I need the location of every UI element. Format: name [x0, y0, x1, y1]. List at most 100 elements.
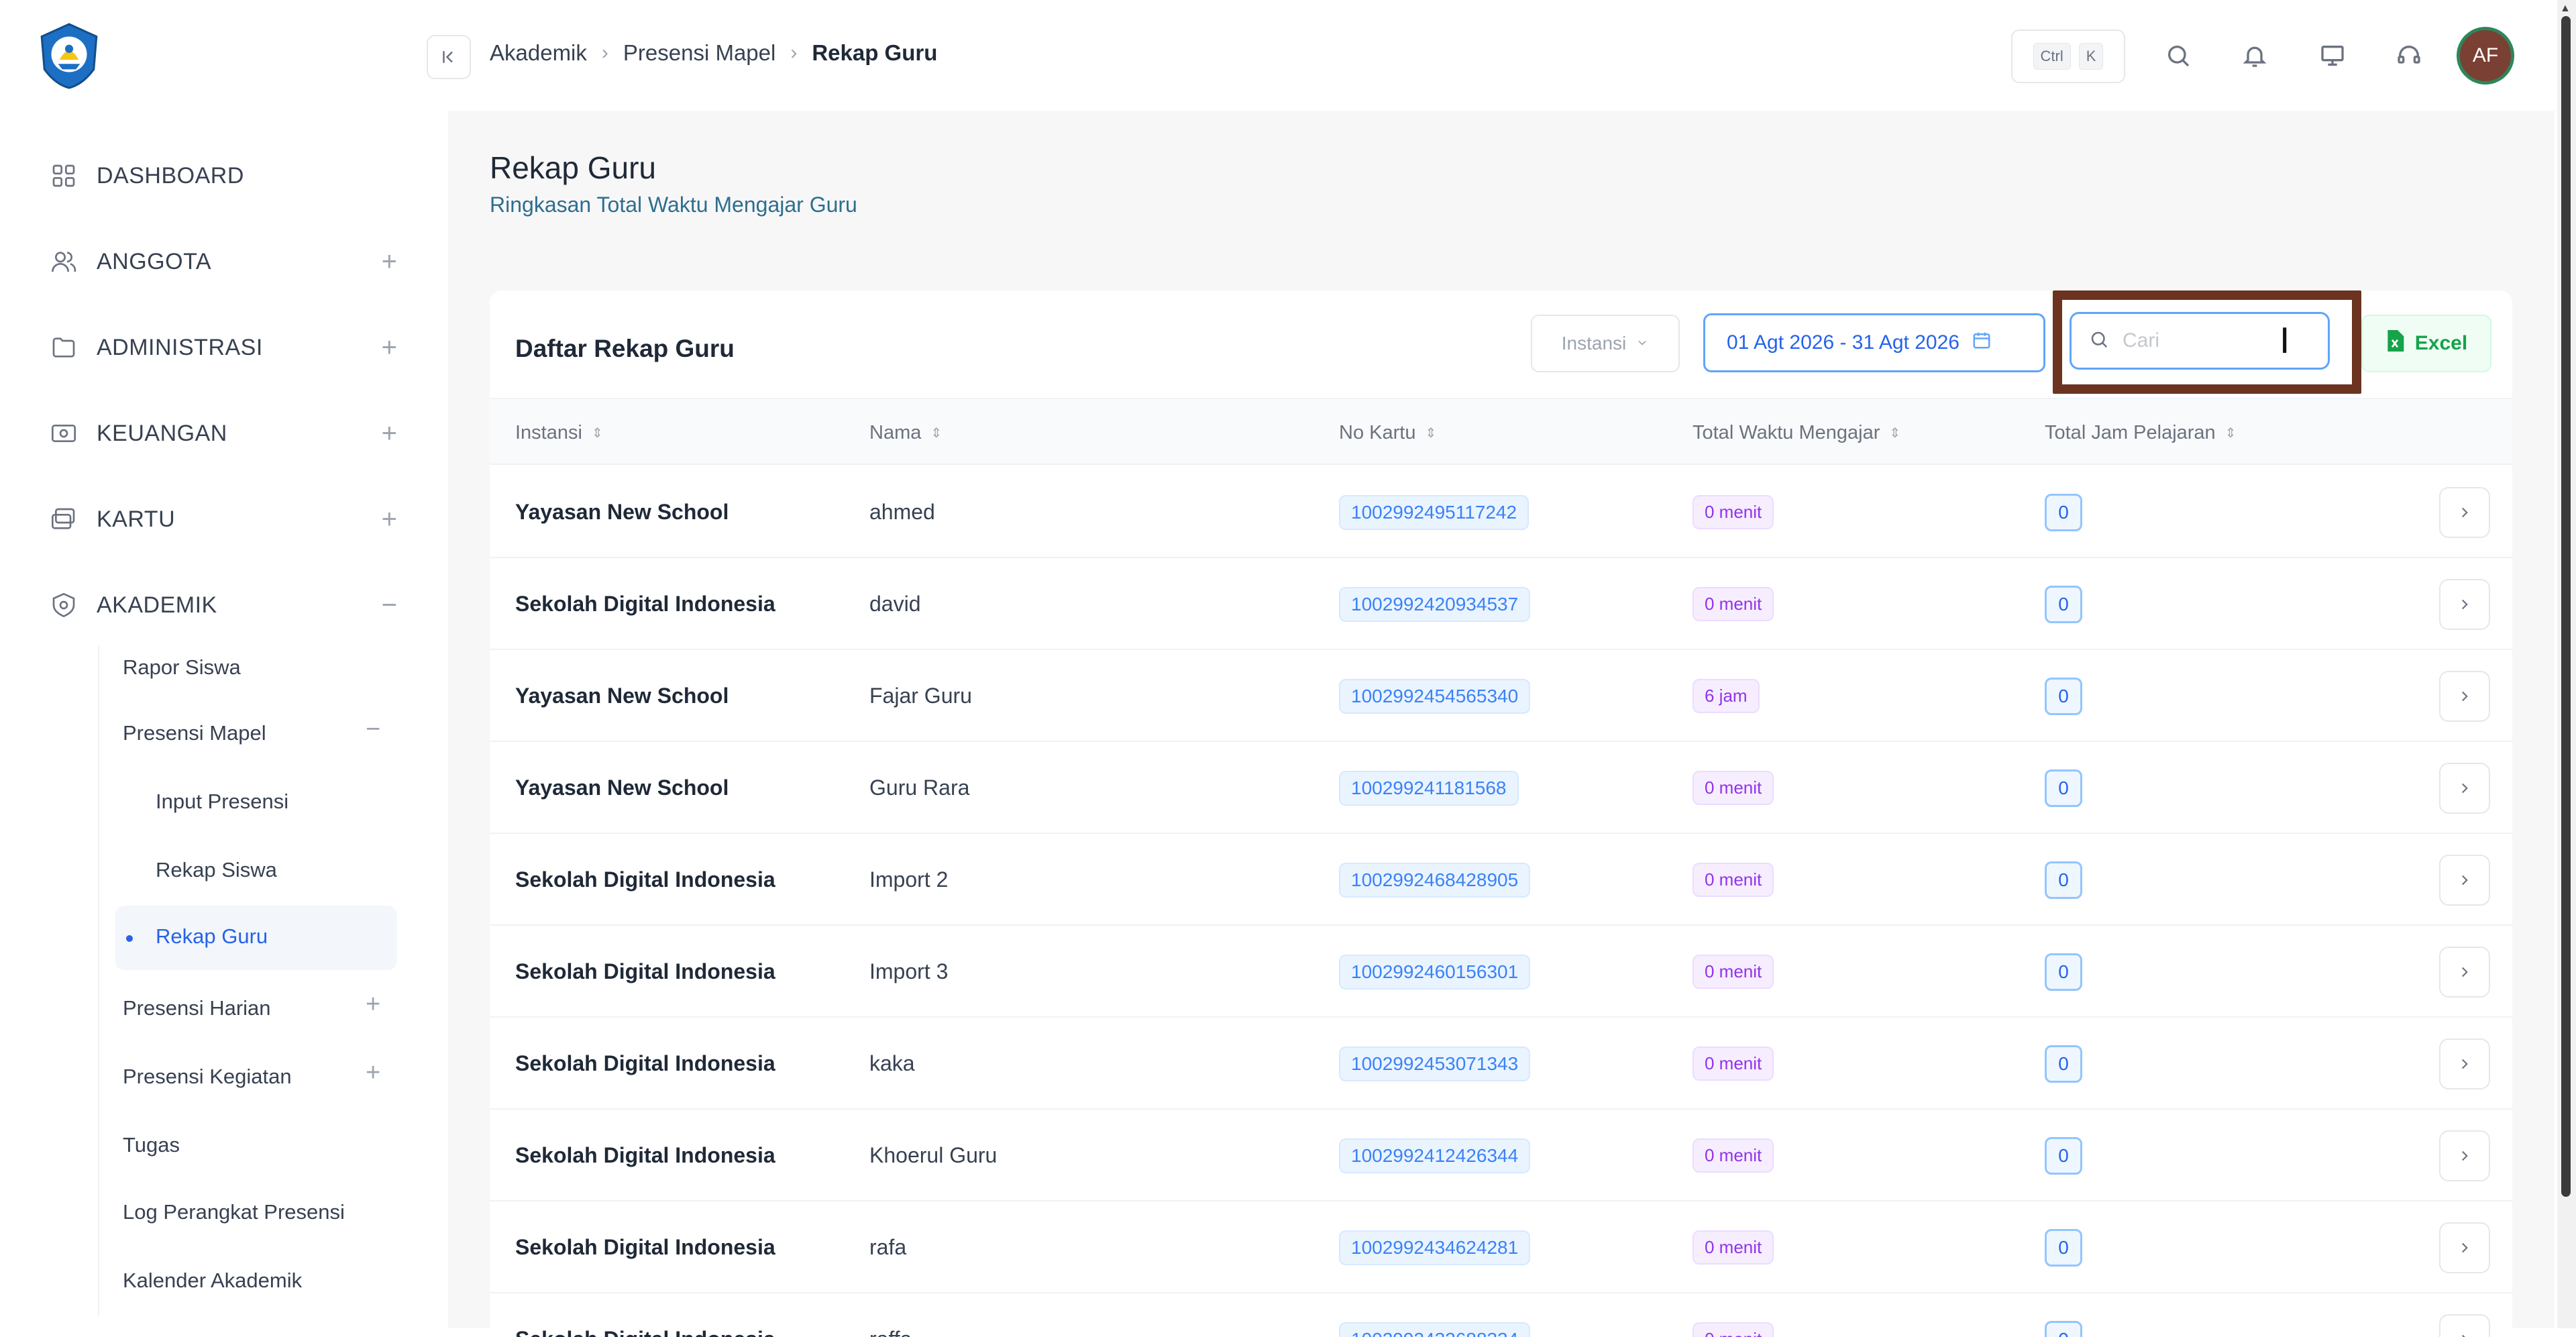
monitor-icon[interactable]	[2316, 39, 2349, 72]
sidebar-sub-item-presensi-harian[interactable]: Presensi Harian	[123, 985, 271, 1032]
row-detail-button[interactable]	[2439, 1038, 2490, 1089]
cell-nama: ahmed	[869, 466, 935, 558]
sidebar-item-rekap-guru[interactable]: Rekap Guru	[115, 906, 397, 970]
expand-toggle-icon[interactable]: +	[366, 990, 380, 1019]
collapse-icon	[439, 47, 459, 67]
sort-icon: ⇕	[1425, 425, 1436, 441]
sidebar-sub-item-presensi-mapel[interactable]: Presensi Mapel	[123, 710, 266, 757]
sidebar-sub-item-rekap-siswa[interactable]: Rekap Siswa	[156, 847, 277, 894]
command-shortcut-button[interactable]: Ctrl K	[2011, 30, 2125, 83]
sidebar-sub-item-tugas[interactable]: Tugas	[123, 1122, 180, 1169]
card-number-badge: 1002992434624281	[1339, 1230, 1530, 1265]
chevron-right-icon	[2456, 1331, 2473, 1337]
cell-total-jam: 0	[2045, 1110, 2082, 1201]
cell-total-jam: 0	[2045, 650, 2082, 742]
row-detail-button[interactable]	[2439, 947, 2490, 998]
column-header-total-jam[interactable]: Total Jam Pelajaran⇕	[2045, 422, 2236, 444]
chevron-right-icon: ›	[602, 42, 608, 64]
support-icon[interactable]	[2392, 39, 2426, 72]
cell-nama: Import 2	[869, 834, 948, 926]
row-detail-button[interactable]	[2439, 579, 2490, 630]
sidebar-sub-item-input-presensi[interactable]: Input Presensi	[156, 778, 288, 825]
scroll-thumb[interactable]	[2561, 16, 2571, 1197]
cell-total-jam: 0	[2045, 742, 2082, 834]
users-icon	[48, 246, 79, 277]
lesson-hours-badge: 0	[2045, 1321, 2082, 1337]
cell-instansi: Sekolah Digital Indonesia	[515, 1293, 775, 1337]
column-header-nama[interactable]: Nama ⇕	[869, 422, 942, 444]
card-number-badge: 1002992460156301	[1339, 955, 1530, 990]
scroll-up-icon[interactable]: ▲	[2560, 3, 2571, 15]
cell-action	[2439, 1018, 2490, 1110]
sidebar-item-keuangan[interactable]: KEUANGAN+	[48, 407, 397, 460]
sidebar-item-dashboard[interactable]: DASHBOARD	[48, 149, 397, 203]
table-row: Sekolah Digital IndonesiaKhoerul Guru100…	[490, 1110, 2512, 1201]
sidebar-item-kartu[interactable]: KARTU +	[48, 492, 397, 546]
expand-toggle-icon[interactable]: +	[382, 333, 397, 363]
expand-toggle-icon[interactable]: +	[382, 504, 397, 535]
row-detail-button[interactable]	[2439, 763, 2490, 814]
instansi-select[interactable]: Instansi	[1531, 315, 1680, 372]
sidebar-sub-item-rapor-siswa[interactable]: Rapor Siswa	[123, 644, 241, 691]
expand-toggle-icon[interactable]: +	[366, 1059, 380, 1087]
cell-instansi: Sekolah Digital Indonesia	[515, 1018, 775, 1110]
column-header-instansi[interactable]: Instansi⇕	[515, 422, 603, 444]
page-subtitle: Ringkasan Total Waktu Mengajar Guru	[490, 193, 857, 217]
row-detail-button[interactable]	[2439, 855, 2490, 906]
sidebar-sub-label: Rekap Siswa	[156, 858, 277, 882]
cell-action	[2439, 1110, 2490, 1201]
breadcrumb-akademik[interactable]: Akademik	[490, 40, 587, 66]
bell-icon[interactable]	[2238, 39, 2271, 72]
breadcrumb-presensi-mapel[interactable]: Presensi Mapel	[623, 40, 775, 66]
column-header-no-kartu[interactable]: No Kartu⇕	[1339, 422, 1436, 444]
card-number-badge: 1002992432688334	[1339, 1322, 1530, 1337]
cell-total-waktu: 0 menit	[1693, 742, 1774, 834]
sidebar-item-label: KARTU	[97, 506, 175, 533]
expand-toggle-icon[interactable]: −	[382, 590, 397, 621]
cell-total-jam: 0	[2045, 1201, 2082, 1293]
chevron-right-icon	[2456, 780, 2473, 797]
card-number-badge: 1002992468428905	[1339, 863, 1530, 898]
sidebar-item-administrasi[interactable]: ADMINISTRASI+	[48, 321, 397, 374]
sidebar-item-akademik[interactable]: AKADEMIK−	[48, 578, 397, 632]
header-label: Nama	[869, 422, 921, 444]
expand-toggle-icon[interactable]: +	[382, 247, 397, 277]
sort-icon: ⇕	[2225, 425, 2237, 441]
table-row: Yayasan New Schoolahmed10029924951172420…	[490, 466, 2512, 558]
sidebar-sub-item-presensi-kegiatan[interactable]: Presensi Kegiatan	[123, 1053, 292, 1100]
sidebar-sub-item-kalender-akademik[interactable]: Kalender Akademik	[123, 1257, 302, 1304]
cell-nama: Import 3	[869, 926, 948, 1018]
duration-badge: 0 menit	[1693, 1047, 1774, 1081]
search-icon[interactable]	[2161, 39, 2195, 72]
row-detail-button[interactable]	[2439, 1222, 2490, 1273]
row-detail-button[interactable]	[2439, 1314, 2490, 1337]
export-excel-button[interactable]: Excel	[2361, 315, 2491, 372]
sidebar-sub-label: Presensi Harian	[123, 996, 271, 1020]
cell-nama: Khoerul Guru	[869, 1110, 997, 1201]
row-detail-button[interactable]	[2439, 671, 2490, 722]
sidebar-item-anggota[interactable]: ANGGOTA+	[48, 235, 397, 288]
collapse-sidebar-button[interactable]	[427, 35, 471, 79]
search-field[interactable]	[2070, 312, 2330, 370]
cell-total-waktu: 0 menit	[1693, 926, 1774, 1018]
search-input[interactable]	[2123, 329, 2284, 352]
date-range-picker[interactable]: 01 Agt 2026 - 31 Agt 2026	[1703, 313, 2045, 372]
sidebar-item-label: DASHBOARD	[97, 163, 244, 189]
logo-icon[interactable]	[35, 21, 103, 90]
cell-instansi: Yayasan New School	[515, 742, 729, 834]
cell-instansi: Sekolah Digital Indonesia	[515, 1110, 775, 1201]
lesson-hours-badge: 0	[2045, 678, 2082, 715]
cell-action	[2439, 834, 2490, 926]
breadcrumb-current: Rekap Guru	[812, 40, 937, 66]
cell-no-kartu: 1002992434624281	[1339, 1201, 1530, 1293]
row-detail-button[interactable]	[2439, 1130, 2490, 1181]
column-header-total-waktu[interactable]: Total Waktu Mengajar⇕	[1693, 422, 1900, 444]
sort-icon: ⇕	[930, 425, 942, 441]
sidebar-sub-item-log-perangkat-presensi[interactable]: Log Perangkat Presensi	[123, 1189, 345, 1236]
cell-nama: rafa	[869, 1201, 906, 1293]
expand-toggle-icon[interactable]: −	[366, 715, 380, 744]
expand-toggle-icon[interactable]: +	[382, 419, 397, 449]
row-detail-button[interactable]	[2439, 487, 2490, 538]
avatar[interactable]: AF	[2457, 27, 2514, 85]
cell-instansi: Sekolah Digital Indonesia	[515, 926, 775, 1018]
